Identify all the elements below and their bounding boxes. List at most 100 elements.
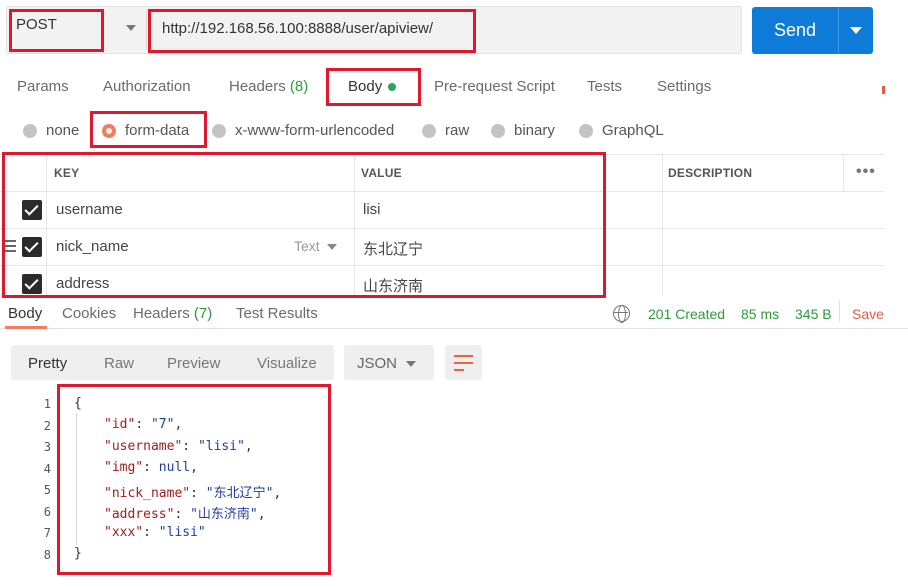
globe-icon[interactable] — [613, 305, 630, 323]
response-tab-test-results[interactable]: Test Results — [236, 305, 318, 322]
table-border — [0, 191, 884, 192]
wrap-line — [454, 362, 473, 364]
radio-graphql[interactable]: GraphQL — [579, 122, 664, 139]
response-time[interactable]: 85 ms — [741, 306, 779, 322]
param-key[interactable]: address — [56, 275, 109, 292]
checkbox-checked-icon[interactable] — [22, 274, 42, 294]
code-line: "username": "lisi", — [104, 439, 253, 454]
view-mode-preview[interactable]: Preview — [167, 355, 220, 372]
code-line: "id": "7", — [104, 417, 183, 432]
chevron-down-icon — [406, 361, 416, 367]
param-value[interactable]: lisi — [363, 201, 381, 218]
param-key[interactable]: nick_name — [56, 238, 129, 255]
param-key[interactable]: username — [56, 201, 123, 218]
line-number: 7 — [43, 526, 51, 540]
status-code[interactable]: 201 Created — [648, 306, 725, 322]
radio-none[interactable]: none — [23, 122, 79, 139]
json-value: null — [158, 460, 191, 475]
column-header-key: KEY — [54, 166, 80, 180]
format-select-label: JSON — [357, 355, 398, 372]
line-number: 5 — [43, 483, 51, 497]
indent-guide — [76, 413, 77, 545]
tab-tests[interactable]: Tests — [587, 78, 622, 95]
wrap-line — [454, 369, 464, 371]
radio-icon — [579, 123, 593, 138]
send-button[interactable]: Send — [752, 7, 838, 54]
line-number: 1 — [43, 397, 51, 411]
code-line: "nick_name": "东北辽宁", — [104, 486, 282, 501]
json-key: "nick_name" — [104, 486, 191, 501]
active-tab-underline — [5, 326, 47, 329]
view-mode-pretty[interactable]: Pretty — [28, 355, 67, 372]
line-number: 2 — [43, 419, 51, 433]
radio-selected-icon — [102, 123, 116, 138]
tab-label: Headers — [229, 78, 286, 95]
tab-label: Params — [17, 78, 69, 95]
param-value[interactable]: 山东济南 — [363, 275, 423, 296]
radio-form-data[interactable]: form-data — [102, 122, 189, 139]
radio-icon — [23, 123, 37, 138]
radio-x-www-form-urlencoded[interactable]: x-www-form-urlencoded — [212, 122, 394, 139]
highlight-box — [57, 384, 331, 575]
radio-binary[interactable]: binary — [491, 122, 555, 139]
tab-pre-request-script[interactable]: Pre-request Script — [434, 78, 555, 95]
chevron-down-icon — [850, 27, 862, 34]
json-value: "lisi" — [158, 525, 206, 540]
truncated-tab-indicator — [882, 86, 885, 94]
response-tab-body[interactable]: Body — [8, 305, 42, 322]
checkbox-checked-icon[interactable] — [22, 237, 42, 257]
chevron-down-icon[interactable] — [327, 244, 337, 250]
table-border — [0, 154, 884, 155]
more-options-icon[interactable]: ••• — [856, 163, 876, 181]
radio-icon — [422, 123, 436, 138]
tab-body[interactable]: Body — [348, 78, 397, 95]
view-mode-raw[interactable]: Raw — [104, 355, 134, 372]
tab-label: Body — [348, 78, 383, 95]
tab-settings[interactable]: Settings — [657, 78, 711, 95]
radio-label: none — [46, 122, 80, 139]
response-tab-cookies[interactable]: Cookies — [62, 305, 116, 322]
tab-label: Headers — [133, 305, 190, 322]
json-punct: , — [190, 460, 198, 475]
tab-authorization[interactable]: Authorization — [103, 78, 191, 95]
column-header-value: VALUE — [361, 166, 402, 180]
tab-label: Test Results — [236, 305, 318, 322]
response-tabs-divider — [0, 328, 908, 329]
param-type-select[interactable]: Text — [294, 238, 320, 254]
line-number: 3 — [43, 440, 51, 454]
radio-raw[interactable]: raw — [422, 122, 469, 139]
response-size[interactable]: 345 B — [795, 306, 832, 322]
json-brace: { — [74, 396, 82, 411]
url-input[interactable]: http://192.168.56.100:8888/user/apiview/ — [162, 20, 722, 37]
tab-label: Body — [8, 305, 43, 322]
json-punct: , — [257, 507, 266, 522]
method-select[interactable]: POST — [16, 16, 57, 33]
drag-handle-icon[interactable] — [2, 240, 16, 255]
json-value: "7" — [150, 417, 175, 432]
table-border — [0, 265, 884, 266]
tab-params[interactable]: Params — [17, 78, 69, 95]
code-line: } — [74, 546, 82, 561]
radio-label: GraphQL — [602, 122, 664, 139]
column-header-description: DESCRIPTION — [668, 166, 753, 180]
wrap-lines-icon[interactable] — [445, 345, 482, 380]
chevron-down-icon[interactable] — [126, 25, 136, 31]
table-border — [0, 228, 884, 229]
checkbox-checked-icon[interactable] — [22, 200, 42, 220]
json-punct: , — [273, 486, 282, 501]
tab-label: Pre-request Script — [434, 78, 555, 95]
url-divider — [146, 10, 147, 50]
table-border — [46, 154, 47, 296]
send-options-button[interactable] — [838, 7, 873, 54]
radio-icon — [491, 123, 505, 138]
save-response-button[interactable]: Save — [852, 306, 884, 322]
tab-headers[interactable]: Headers (8) — [229, 78, 308, 95]
json-key: "xxx" — [104, 525, 144, 540]
param-value[interactable]: 东北辽宁 — [363, 238, 423, 259]
json-key: "id" — [104, 417, 136, 432]
response-tab-headers[interactable]: Headers (7) — [133, 305, 212, 322]
view-mode-visualize[interactable]: Visualize — [257, 355, 317, 372]
radio-label: x-www-form-urlencoded — [235, 122, 395, 139]
wrap-line — [454, 355, 473, 357]
code-line: "xxx": "lisi" — [104, 525, 206, 540]
